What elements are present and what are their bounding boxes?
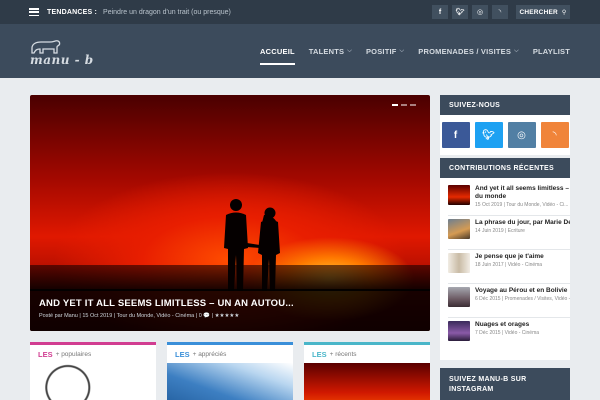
card-title: LES bbox=[175, 349, 190, 359]
recent-meta: 6 Déc 2015 | Promenades / Visites, Vidéo… bbox=[475, 296, 570, 302]
thumbnail bbox=[448, 185, 470, 205]
card-subtitle: + récents bbox=[329, 350, 357, 358]
recent-title-link[interactable]: Je pense que je t'aime bbox=[475, 253, 570, 261]
rss-icon[interactable]: ◝ bbox=[492, 5, 508, 19]
chevron-down-icon: ⌵ bbox=[399, 47, 405, 54]
instagram-icon[interactable]: ◎ bbox=[472, 5, 488, 19]
thumbnail bbox=[448, 321, 470, 341]
chevron-down-icon: ⌵ bbox=[347, 47, 352, 54]
recent-title-link[interactable]: Nuages et orages bbox=[475, 321, 570, 329]
thumbnail bbox=[448, 287, 470, 307]
search-label: CHERCHER bbox=[519, 8, 558, 16]
nav-item-promenades[interactable]: PROMENADES / VISITES ⌵ bbox=[418, 47, 519, 56]
site-logo[interactable]: manu - b bbox=[30, 39, 94, 67]
chevron-down-icon: ⌵ bbox=[514, 47, 519, 54]
site-header: manu - b ACCUEIL TALENTS ⌵ POSITIF ⌵ PROME… bbox=[0, 24, 600, 78]
nav-item-talents[interactable]: TALENTS ⌵ bbox=[309, 47, 352, 56]
recent-posts-card: LES + récents bbox=[304, 342, 430, 400]
featured-slider[interactable]: AND YET IT ALL SEEMS LIMITLESS – UN AN A… bbox=[30, 95, 430, 331]
trending-label: TENDANCES : bbox=[47, 8, 98, 16]
list-item[interactable]: La phrase du jour, par Marie Desplechin1… bbox=[448, 216, 570, 250]
nav-item-playlist[interactable]: PLAYLIST bbox=[533, 47, 570, 56]
slider-pagination[interactable] bbox=[392, 104, 416, 106]
search-button[interactable]: CHERCHER ⚲ bbox=[516, 5, 570, 19]
list-item[interactable]: Je pense que je t'aime 18 Juin 2017 | Vid… bbox=[448, 250, 570, 284]
recent-meta: 7 Déc 2015 | Vidéo - Cinéma bbox=[475, 330, 540, 336]
search-icon: ⚲ bbox=[561, 9, 567, 16]
twitter-icon[interactable]: 🐦︎ bbox=[474, 122, 503, 148]
follow-widget: SUIVEZ-NOUS f 🐦︎ ◎ ◝ bbox=[440, 95, 570, 155]
list-item[interactable]: And yet it all seems limitless – Un an a… bbox=[448, 182, 570, 216]
rss-icon[interactable]: ◝ bbox=[540, 122, 569, 148]
trending-link[interactable]: Peindre un dragon d'un trait (ou presque… bbox=[103, 9, 231, 16]
follow-title: SUIVEZ-NOUS bbox=[440, 95, 570, 115]
nav-item-positif[interactable]: POSITIF ⌵ bbox=[366, 47, 404, 56]
recent-title-link[interactable]: And yet it all seems limitless – Un an a… bbox=[475, 185, 570, 201]
recent-title: CONTRIBUTIONS RÉCENTES bbox=[440, 158, 570, 178]
hero-meta: Posté par Manu | 15 Oct 2019 | Tour du M… bbox=[39, 313, 240, 319]
list-item[interactable]: Voyage au Pérou et en Bolivie 6 Déc 2015 … bbox=[448, 284, 570, 318]
card-title: LES bbox=[312, 349, 327, 359]
top-bar: TENDANCES : Peindre un dragon d'un trait… bbox=[0, 0, 600, 24]
card-image[interactable] bbox=[167, 363, 293, 400]
recent-title-link[interactable]: La phrase du jour, par Marie Desplechin bbox=[475, 219, 570, 227]
hero-title[interactable]: AND YET IT ALL SEEMS LIMITLESS – UN AN A… bbox=[39, 298, 421, 309]
recent-title-link[interactable]: Voyage au Pérou et en Bolivie bbox=[475, 287, 570, 295]
recent-posts-widget: CONTRIBUTIONS RÉCENTES And yet it all se… bbox=[440, 158, 570, 360]
liked-posts-card: LES + appréciés bbox=[167, 342, 293, 400]
instagram-widget: SUIVEZ MANU-B SUR INSTAGRAM bbox=[440, 368, 570, 400]
card-subtitle: + populaires bbox=[55, 350, 92, 358]
popular-posts-card: LES + populaires bbox=[30, 342, 156, 400]
thumbnail bbox=[448, 219, 470, 239]
main-nav: ACCUEIL TALENTS ⌵ POSITIF ⌵ PROMENADES / V… bbox=[260, 24, 570, 78]
card-image[interactable] bbox=[30, 363, 156, 400]
facebook-icon[interactable]: f bbox=[441, 122, 470, 148]
card-image[interactable] bbox=[304, 363, 430, 400]
logo-text: manu - b bbox=[30, 53, 94, 67]
couple-silhouette bbox=[224, 199, 280, 291]
instagram-title: SUIVEZ MANU-B SUR INSTAGRAM bbox=[449, 376, 527, 393]
hero-caption: AND YET IT ALL SEEMS LIMITLESS – UN AN A… bbox=[30, 289, 430, 331]
card-title: LES bbox=[38, 349, 53, 359]
facebook-icon[interactable]: f bbox=[432, 5, 448, 19]
recent-meta: 18 Juin 2017 | Vidéo - Cinéma bbox=[475, 262, 543, 268]
menu-icon[interactable] bbox=[29, 8, 39, 16]
twitter-icon[interactable]: 🐦︎ bbox=[452, 5, 468, 19]
recent-meta: 14 Juin 2019 | Ecriture bbox=[475, 228, 525, 234]
list-item[interactable]: Nuages et orages 7 Déc 2015 | Vidéo - Cin… bbox=[448, 318, 570, 352]
instagram-icon[interactable]: ◎ bbox=[507, 122, 536, 148]
thumbnail bbox=[448, 253, 470, 273]
recent-meta: 15 Oct 2019 | Tour du Monde, Vidéo - Ci.… bbox=[475, 202, 569, 208]
card-subtitle: + appréciés bbox=[192, 350, 227, 358]
nav-item-accueil[interactable]: ACCUEIL bbox=[260, 47, 295, 65]
